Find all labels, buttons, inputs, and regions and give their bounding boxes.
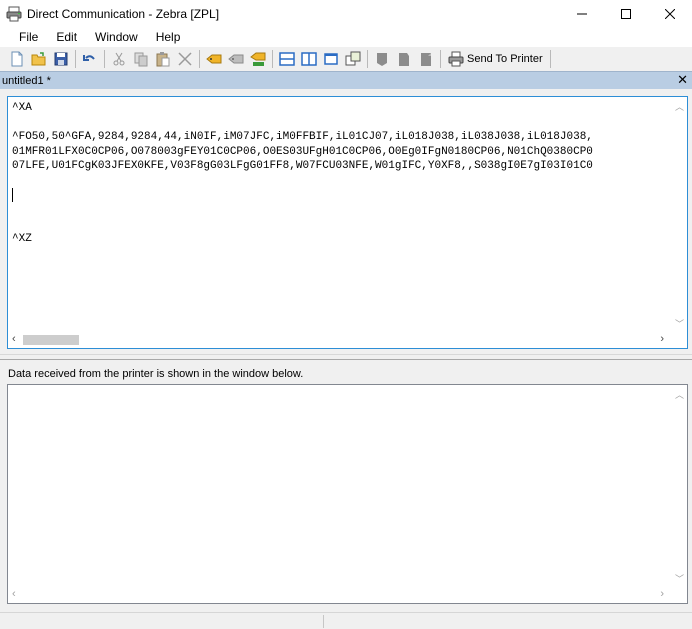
maximize-icon: [621, 8, 631, 19]
send-to-printer-button[interactable]: Send To Printer: [444, 48, 547, 70]
output-label: Data received from the printer is shown …: [8, 368, 304, 380]
window-title: Direct Communication - Zebra [ZPL]: [27, 6, 220, 21]
scroll-up-icon[interactable]: ︿: [675, 100, 684, 113]
add-label-icon: [250, 52, 266, 66]
toolbar-separator: [199, 50, 200, 68]
menu-file[interactable]: File: [10, 27, 47, 47]
minimize-icon: [577, 13, 587, 14]
editor-line: ^FO50,50^GFA,9284,9284,44,iN0IF,iM07JFC,…: [12, 131, 593, 143]
status-bar: [0, 612, 692, 629]
toolbar-separator: [549, 50, 551, 68]
document-flag-icon: [421, 53, 431, 66]
output-vertical-scrollbar[interactable]: ︿ ﹀: [670, 385, 687, 586]
delete-button[interactable]: [174, 48, 196, 70]
split-vertical-icon: [301, 52, 317, 66]
zpl-editor[interactable]: ^XA ^FO50,50^GFA,9284,9284,44,iN0IF,iM07…: [7, 96, 688, 349]
close-button[interactable]: [648, 0, 692, 27]
copy-button[interactable]: [130, 48, 152, 70]
single-window-button[interactable]: [320, 48, 342, 70]
horizontal-scroll-thumb[interactable]: [23, 335, 79, 345]
save-button[interactable]: [50, 48, 72, 70]
toolbar-separator: [367, 50, 368, 68]
toolbar-separator: [272, 50, 273, 68]
editor-line: ^XZ: [12, 233, 32, 246]
cut-button[interactable]: [108, 48, 130, 70]
label-button[interactable]: [203, 48, 225, 70]
split-horizontal-icon: [279, 52, 295, 66]
send-file-button[interactable]: [371, 48, 393, 70]
tile-windows-icon: [345, 51, 361, 66]
maximize-button[interactable]: [604, 0, 648, 27]
editor-line: 07LFE,U01FCgK03JFEX0KFE,V03F8gG03LFgG01F…: [12, 160, 593, 172]
pane-splitter[interactable]: [0, 354, 692, 360]
toolbar-separator: [440, 50, 441, 68]
menu-edit[interactable]: Edit: [47, 27, 86, 47]
open-button[interactable]: [28, 48, 50, 70]
minimize-button[interactable]: [560, 0, 604, 27]
document-tab-bar: untitled1 * ✕: [0, 71, 692, 89]
document-gray-icon: [377, 53, 387, 66]
editor-horizontal-scrollbar[interactable]: ‹ ›: [8, 331, 670, 348]
toolbar-separator: [75, 50, 76, 68]
scroll-down-icon[interactable]: ﹀: [675, 317, 684, 330]
send-file-up-button[interactable]: [393, 48, 415, 70]
window-icon: [324, 53, 338, 65]
scroll-right-icon[interactable]: ›: [660, 333, 664, 345]
document-arrow-icon: [399, 53, 409, 66]
copy-icon: [134, 52, 148, 67]
editor-vertical-scrollbar[interactable]: ︿ ﹀: [670, 97, 687, 331]
split-horizontal-button[interactable]: [276, 48, 298, 70]
paste-button[interactable]: [152, 48, 174, 70]
open-folder-icon: [31, 52, 46, 66]
new-button[interactable]: [6, 48, 28, 70]
split-vertical-button[interactable]: [298, 48, 320, 70]
paste-clipboard-icon: [156, 52, 170, 67]
label-gray-icon: [228, 54, 244, 64]
direct-communication-window: Direct Communication - Zebra [ZPL] File …: [0, 0, 692, 629]
save-disk-icon: [54, 52, 68, 66]
status-divider: [323, 615, 324, 628]
close-document-icon[interactable]: ✕: [677, 73, 688, 87]
close-icon: [665, 8, 675, 19]
tile-windows-button[interactable]: [342, 48, 364, 70]
delete-x-icon: [178, 52, 192, 66]
menu-help[interactable]: Help: [147, 27, 190, 47]
output-horizontal-scrollbar[interactable]: ‹ ›: [8, 586, 670, 603]
editor-text[interactable]: ^XA ^FO50,50^GFA,9284,9284,44,iN0IF,iM07…: [12, 101, 668, 329]
scroll-left-icon[interactable]: ‹: [12, 588, 16, 600]
menu-window[interactable]: Window: [86, 27, 147, 47]
scissors-icon: [113, 52, 125, 66]
text-caret: [12, 188, 13, 202]
undo-button[interactable]: [79, 48, 101, 70]
send-file-down-button[interactable]: [415, 48, 437, 70]
editor-line: [12, 188, 668, 203]
label-disabled-button[interactable]: [225, 48, 247, 70]
undo-icon: [83, 55, 95, 61]
menu-bar: File Edit Window Help: [0, 27, 692, 47]
toolbar: Send To Printer: [0, 47, 692, 71]
printer-icon: [448, 51, 464, 67]
editor-line: ^XA: [12, 102, 32, 114]
printer-output-box[interactable]: ︿ ﹀ ‹ ›: [7, 384, 688, 604]
document-tab-untitled1[interactable]: untitled1 *: [0, 75, 51, 87]
new-document-icon: [11, 51, 23, 67]
label-tag-icon: [206, 54, 222, 64]
scroll-right-icon[interactable]: ›: [660, 588, 664, 600]
send-to-printer-label: Send To Printer: [467, 53, 543, 65]
scroll-down-icon[interactable]: ﹀: [675, 572, 684, 585]
title-bar: Direct Communication - Zebra [ZPL]: [0, 0, 692, 27]
editor-line: 01MFR01LFX0C0CP06,O078003gFEY01C0CP06,O0…: [12, 145, 593, 158]
add-label-button[interactable]: [247, 48, 269, 70]
scroll-left-icon[interactable]: ‹: [12, 333, 16, 345]
printer-app-icon: [6, 6, 22, 21]
scroll-up-icon[interactable]: ︿: [675, 388, 684, 401]
toolbar-separator: [104, 50, 105, 68]
